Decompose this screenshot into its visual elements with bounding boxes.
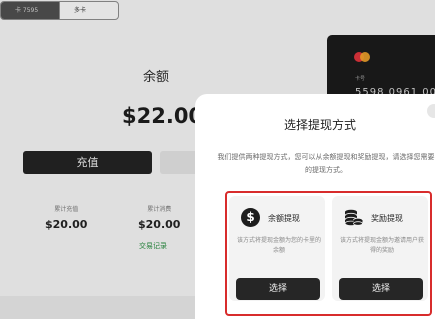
modal-description: 我们提供两种提现方式，您可以从余额提现和奖励提现，请选择您需要的提现方式。 bbox=[217, 153, 435, 174]
close-icon[interactable] bbox=[427, 104, 435, 118]
modal-title: 选择提现方式 bbox=[284, 118, 357, 132]
highlight-box bbox=[225, 191, 432, 316]
